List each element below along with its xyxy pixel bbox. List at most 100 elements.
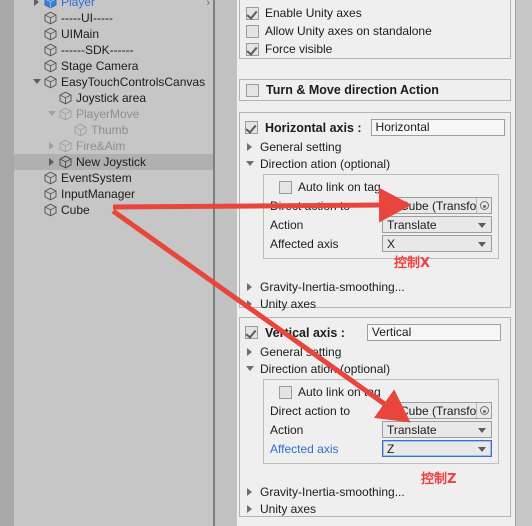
horizontal-axis-name-field[interactable]: Horizontal (370, 119, 505, 136)
vertical-action-label: Action (270, 422, 304, 437)
horizontal-axis-title-row[interactable]: Horizontal axis : Horizontal (245, 117, 505, 138)
vertical-axis-title-row[interactable]: Vertical axis : Vertical (245, 322, 505, 343)
hierarchy-row-ui-separator[interactable]: -----UI----- (14, 10, 216, 26)
hierarchy-panel: Player › -----UI----- UIMain ------SDK--… (0, 0, 216, 526)
chevron-down-icon[interactable] (245, 157, 256, 171)
horizontal-direct-action-to-objectfield[interactable]: Cube (Transfo (382, 197, 492, 214)
vertical-gravity-inertia-foldout[interactable]: Gravity-Inertia-smoothing... (245, 483, 505, 500)
expand-arrow-icon[interactable] (47, 154, 58, 170)
unity-editor-screenshot: Player › -----UI----- UIMain ------SDK--… (0, 0, 532, 526)
collapse-arrow-icon[interactable] (32, 74, 43, 90)
horizontal-action-dropdown[interactable]: Translate (382, 216, 492, 233)
chevron-down-icon[interactable] (245, 362, 256, 376)
horizontal-direction-action-label: Direction ation (optional) (260, 156, 391, 171)
hierarchy-row-player[interactable]: Player › (14, 0, 216, 10)
horizontal-direct-action-to-row[interactable]: Direct action to Cube (Transfo (270, 196, 492, 215)
gameobject-cube-icon (58, 155, 73, 169)
chevron-right-icon[interactable] (245, 280, 256, 294)
enable-unity-axes-row[interactable]: Enable Unity axes (246, 4, 504, 22)
horizontal-axis-enable-checkbox[interactable] (245, 121, 258, 134)
hierarchy-row-sdk-separator[interactable]: ------SDK------ (14, 42, 216, 58)
horizontal-axis-title: Horizontal axis : (265, 120, 362, 135)
chevron-right-icon[interactable] (245, 485, 256, 499)
vertical-axis-name-field[interactable]: Vertical (366, 324, 501, 341)
gameobject-cube-icon (43, 43, 58, 57)
hierarchy-row-cube[interactable]: Cube (14, 202, 216, 218)
gameobject-cube-icon (43, 27, 58, 41)
hierarchy-row-stage-camera[interactable]: Stage Camera (14, 58, 216, 74)
vertical-affected-axis-value: Z (387, 441, 395, 456)
enable-unity-axes-label: Enable Unity axes (265, 6, 362, 20)
chevron-down-icon[interactable] (475, 217, 491, 232)
vertical-direction-action-foldout[interactable]: Direction ation (optional) (245, 360, 505, 377)
chevron-down-icon[interactable] (475, 236, 491, 251)
horizontal-auto-link-on-tag-row[interactable]: Auto link on tag (270, 178, 492, 196)
horizontal-axis-section: Horizontal axis : Horizontal General set… (239, 112, 511, 311)
force-visible-row[interactable]: Force visible (246, 40, 504, 58)
force-visible-checkbox[interactable] (246, 42, 259, 56)
allow-unity-axes-standalone-checkbox[interactable] (246, 24, 259, 38)
vertical-direct-action-to-objectfield[interactable]: Cube (Transfo (382, 402, 492, 419)
hierarchy-row-new-joystick[interactable]: New Joystick (14, 154, 216, 170)
vertical-auto-link-on-tag-checkbox[interactable] (279, 385, 292, 399)
vertical-action-row[interactable]: Action Translate (270, 420, 492, 439)
chevron-right-icon[interactable] (245, 140, 256, 154)
expand-arrow-icon[interactable] (47, 138, 58, 154)
hierarchy-tree[interactable]: Player › -----UI----- UIMain ------SDK--… (14, 0, 216, 526)
inspector-right-strip (515, 0, 532, 526)
vertical-axis-enable-checkbox[interactable] (245, 326, 258, 339)
hierarchy-row-inputmanager[interactable]: InputManager (14, 186, 216, 202)
gameobject-cube-icon (43, 171, 58, 185)
prefab-cube-icon (43, 0, 58, 9)
hierarchy-row-playermove[interactable]: PlayerMove (14, 106, 216, 122)
hierarchy-row-label: New Joystick (76, 155, 147, 169)
horizontal-affected-axis-row[interactable]: Affected axis X (270, 234, 492, 253)
object-picker-icon[interactable] (476, 198, 491, 213)
vertical-general-setting-label: General setting (260, 344, 342, 359)
horizontal-direction-action-box: Auto link on tag Direct action to Cube (… (263, 174, 499, 259)
object-picker-icon[interactable] (476, 403, 491, 418)
enable-unity-axes-checkbox[interactable] (246, 6, 259, 20)
horizontal-action-row[interactable]: Action Translate (270, 215, 492, 234)
allow-unity-axes-standalone-label: Allow Unity axes on standalone (265, 24, 432, 38)
chevron-down-icon[interactable] (475, 422, 491, 437)
turn-move-direction-action-checkbox[interactable] (246, 83, 259, 97)
horizontal-general-setting-label: General setting (260, 139, 342, 154)
turn-move-direction-action-header[interactable]: Turn & Move direction Action (239, 79, 511, 101)
chevron-right-icon[interactable] (245, 297, 256, 311)
chevron-right-icon[interactable] (245, 345, 256, 359)
hierarchy-row-thumb[interactable]: Thumb (14, 122, 216, 138)
vertical-affected-axis-dropdown[interactable]: Z (382, 440, 492, 457)
vertical-general-setting-foldout[interactable]: General setting (245, 343, 505, 360)
horizontal-direction-action-foldout[interactable]: Direction ation (optional) (245, 155, 505, 172)
vertical-action-dropdown[interactable]: Translate (382, 421, 492, 438)
horizontal-auto-link-on-tag-checkbox[interactable] (279, 180, 292, 194)
chevron-right-icon[interactable] (245, 502, 256, 516)
vertical-direct-action-to-label: Direct action to (270, 403, 351, 418)
horizontal-affected-axis-dropdown[interactable]: X (382, 235, 492, 252)
gameobject-cube-icon (58, 139, 73, 153)
hierarchy-row-uimain[interactable]: UIMain (14, 26, 216, 42)
vertical-unity-axes-foldout[interactable]: Unity axes (245, 500, 505, 517)
collapse-arrow-icon[interactable] (47, 106, 58, 122)
expand-arrow-icon[interactable] (32, 0, 43, 10)
allow-unity-axes-standalone-row[interactable]: Allow Unity axes on standalone (246, 22, 504, 40)
chevron-down-icon[interactable] (475, 441, 491, 456)
force-visible-label: Force visible (265, 42, 333, 56)
vertical-direct-action-to-row[interactable]: Direct action to Cube (Transfo (270, 401, 492, 420)
hierarchy-row-joystick-area[interactable]: Joystick area (14, 90, 216, 106)
vertical-auto-link-on-tag-row[interactable]: Auto link on tag (270, 383, 492, 401)
hierarchy-row-label: UIMain (61, 27, 100, 41)
hierarchy-row-fire-and-aim[interactable]: Fire&Aim (14, 138, 216, 154)
horizontal-gravity-inertia-foldout[interactable]: Gravity-Inertia-smoothing... (245, 278, 505, 295)
gameobject-cube-icon (43, 203, 58, 217)
horizontal-general-setting-foldout[interactable]: General setting (245, 138, 505, 155)
gameobject-cube-icon (43, 187, 58, 201)
hierarchy-row-easytouchcontrolscanvas[interactable]: EasyTouchControlsCanvas (14, 74, 216, 90)
hierarchy-row-eventsystem[interactable]: EventSystem (14, 170, 216, 186)
horizontal-unity-axes-foldout[interactable]: Unity axes (245, 295, 505, 312)
horizontal-gravity-inertia-label: Gravity-Inertia-smoothing... (260, 279, 405, 294)
annotation-note-control-x: 控制X (394, 256, 431, 271)
hierarchy-row-label: -----UI----- (61, 11, 113, 25)
vertical-affected-axis-row[interactable]: Affected axis Z (270, 439, 492, 458)
